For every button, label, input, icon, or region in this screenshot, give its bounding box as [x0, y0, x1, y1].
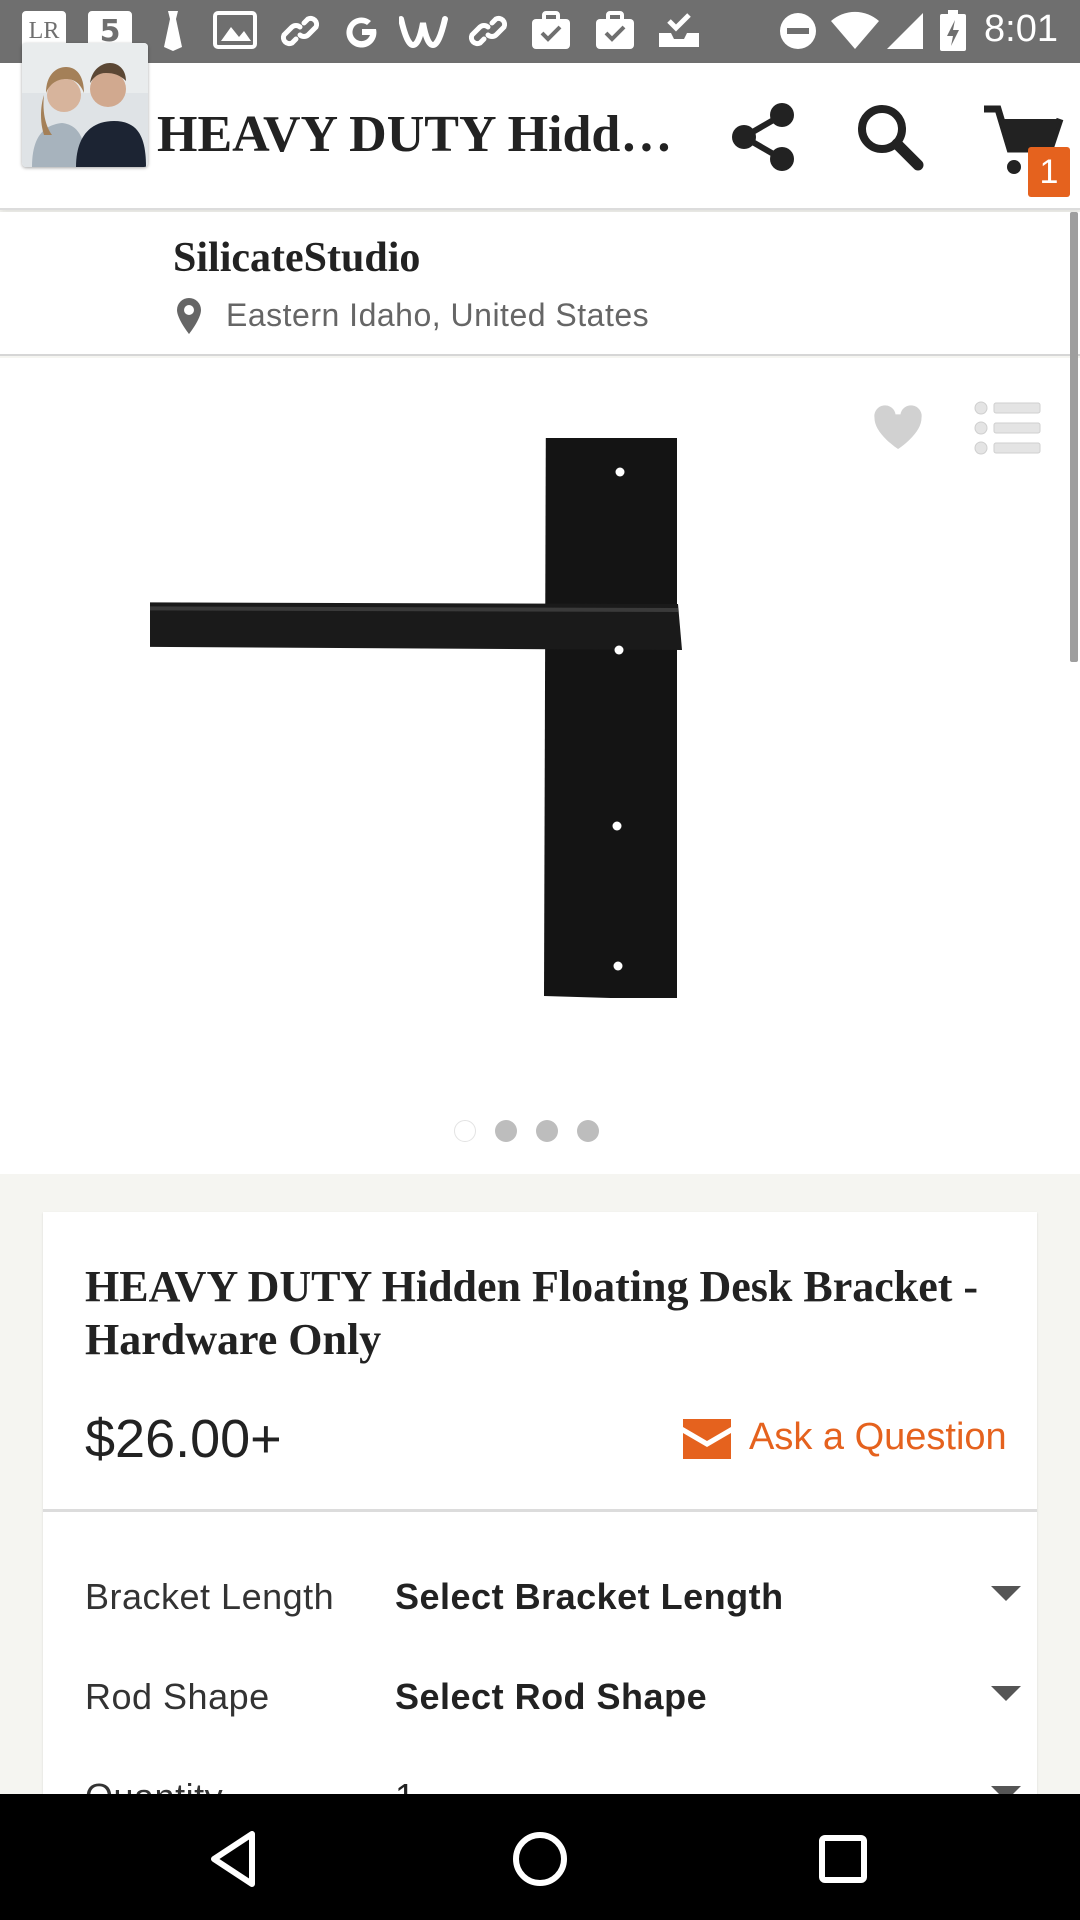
- back-button[interactable]: [200, 1824, 270, 1894]
- system-navigation-bar: [0, 1794, 1080, 1920]
- cart-count-badge: 1: [1028, 147, 1070, 197]
- option-label: Bracket Length: [85, 1576, 335, 1617]
- option-bracket-length[interactable]: Bracket Length Select Bracket Length: [85, 1568, 1021, 1628]
- product-image: [150, 438, 682, 998]
- google-icon: [340, 11, 384, 51]
- tie-icon: [156, 11, 190, 51]
- add-to-list-button[interactable]: [974, 400, 1042, 456]
- search-button[interactable]: [854, 101, 926, 173]
- ask-a-question-label: Ask a Question: [749, 1415, 1007, 1458]
- pagination-dot[interactable]: [536, 1120, 558, 1142]
- heart-icon: [869, 400, 927, 455]
- pagination-dot[interactable]: [577, 1120, 599, 1142]
- share-icon: [732, 103, 794, 171]
- ask-a-question-button[interactable]: Ask a Question: [683, 1412, 1007, 1462]
- dropdown-arrow-icon[interactable]: [991, 1686, 1021, 1701]
- location-pin-icon: [177, 298, 201, 334]
- battery-charging-icon: [938, 10, 968, 51]
- gallery-pagination: [454, 1120, 599, 1142]
- share-button[interactable]: [728, 101, 800, 173]
- favorite-button[interactable]: [866, 396, 930, 460]
- back-icon: [211, 1831, 255, 1887]
- pagination-dot[interactable]: [495, 1120, 517, 1142]
- search-icon: [858, 105, 924, 171]
- product-info-card: HEAVY DUTY Hidden Floating Desk Bracket …: [43, 1212, 1037, 1817]
- briefcase-check-icon: [592, 11, 638, 51]
- recents-button[interactable]: [808, 1824, 878, 1894]
- signal-icon: [884, 11, 926, 51]
- inbox-check-icon: [656, 11, 702, 51]
- divider: [43, 1509, 1037, 1512]
- status-bar: LR 5 8:01: [0, 0, 1080, 63]
- w-icon: [398, 11, 450, 51]
- list-icon: [974, 401, 1041, 455]
- app-bar: HEAVY DUTY Hidden Floating Desk Bracket …: [0, 63, 1080, 210]
- scrollbar-thumb[interactable]: [1070, 212, 1078, 662]
- avatar[interactable]: [22, 43, 148, 167]
- shop-location: Eastern Idaho, United States: [226, 297, 650, 333]
- recents-icon: [819, 1835, 867, 1883]
- home-button[interactable]: [505, 1824, 575, 1894]
- status-time: 8:01: [984, 8, 1058, 50]
- do-not-disturb-icon: [778, 11, 818, 51]
- bracket-length-select[interactable]: Select Bracket Length: [395, 1576, 784, 1618]
- product-image-gallery[interactable]: [0, 358, 1080, 1174]
- dropdown-arrow-icon[interactable]: [991, 1586, 1021, 1601]
- shop-name[interactable]: SilicateStudio: [173, 234, 420, 282]
- pagination-dot[interactable]: [454, 1120, 476, 1142]
- option-rod-shape[interactable]: Rod Shape Select Rod Shape: [85, 1668, 1021, 1728]
- envelope-icon: [683, 1419, 731, 1459]
- rod-shape-select[interactable]: Select Rod Shape: [395, 1676, 707, 1718]
- option-label: Rod Shape: [85, 1676, 270, 1717]
- link-icon: [278, 11, 322, 51]
- gallery-icon: [212, 11, 260, 51]
- home-icon: [513, 1832, 567, 1886]
- shop-header[interactable]: SilicateStudio Eastern Idaho, United Sta…: [0, 212, 1080, 356]
- page-title: HEAVY DUTY Hidden Floating Desk Bracket …: [157, 106, 687, 163]
- briefcase-check-icon: [528, 11, 574, 51]
- product-title: HEAVY DUTY Hidden Floating Desk Bracket …: [85, 1262, 979, 1364]
- product-price: $26.00+: [85, 1409, 282, 1469]
- wifi-icon: [830, 11, 880, 51]
- link-icon: [466, 11, 510, 51]
